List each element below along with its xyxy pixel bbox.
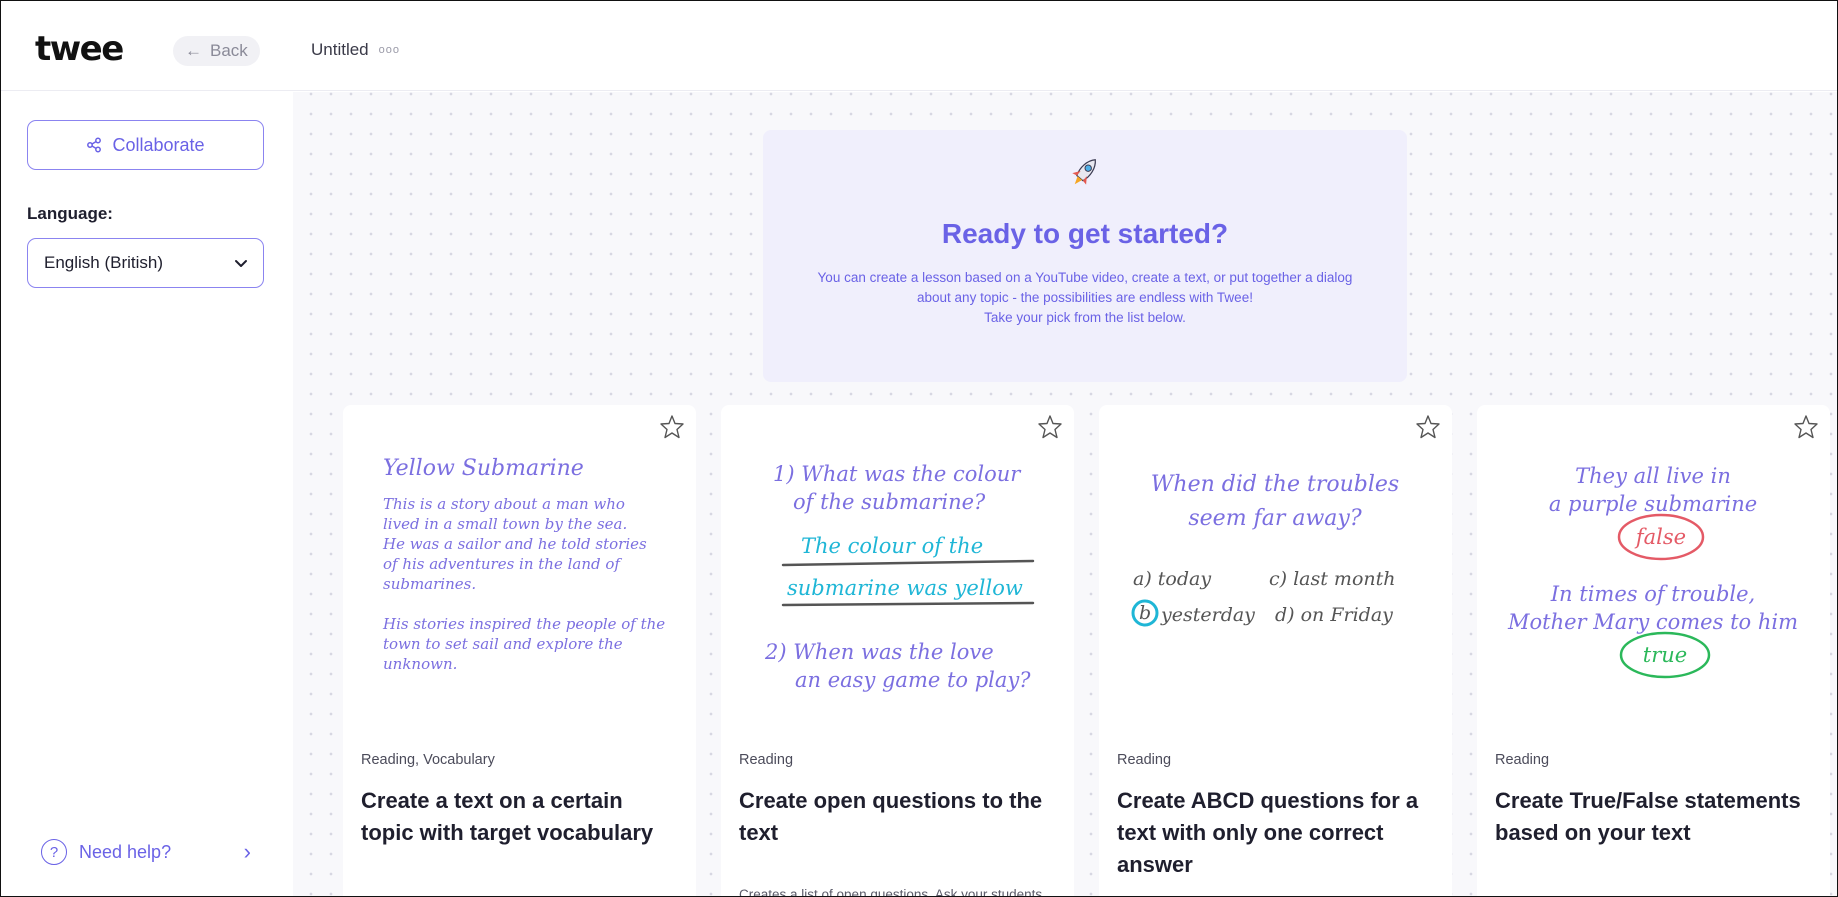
template-card-vocabulary-text[interactable]: Yellow Submarine This is a story about a… [343,405,696,896]
card-illustration: They all live in a purple submarine fals… [1507,464,1798,679]
collaborate-label: Collaborate [112,134,205,155]
card-title: Create a text on a certain topic with ta… [361,788,654,845]
art-question: of the submarine? [793,490,986,514]
back-button-label: Back [210,41,248,60]
card-illustration: 1) What was the colour of the submarine?… [764,462,1035,692]
card-tag: Reading, Vocabulary [361,752,495,768]
art-option: a) today [1133,568,1211,590]
template-card-true-false[interactable]: They all live in a purple submarine fals… [1477,405,1830,896]
arrow-left-icon: ← [185,41,202,60]
card-illustration: Yellow Submarine This is a story about a… [382,456,665,673]
card-description: Creates a list of open questions. Ask yo… [739,887,1043,897]
art-statement: They all live in [1575,464,1731,488]
hero-description: You can create a lesson based on a YouTu… [813,268,1357,328]
twee-logo[interactable]: twee [35,29,124,69]
card-title: Create open questions to the text [739,788,1043,845]
art-question: When did the troubles [1151,472,1399,497]
art-line: of his adventures in the land of [383,555,622,573]
art-line: He was a sailor and he told stories [382,535,647,553]
art-question: seem far away? [1188,506,1361,531]
card-illustration: When did the troubles seem far away? a) … [1131,472,1399,627]
art-line: unknown. [383,655,457,673]
app-window: twee ← Back Untitled ooo Collaborate Lan… [0,0,1838,897]
art-answer: The colour of the [801,534,983,558]
art-question: 2) When was the love [764,640,994,664]
art-line: This is a story about a man who [383,495,625,513]
card-title: Create True/False statements based on yo… [1495,788,1801,845]
art-line: submarines. [383,575,476,593]
art-question: 1) What was the colour [773,462,1022,486]
document-title[interactable]: Untitled [311,40,369,60]
hero-line-1: You can create a lesson based on a YouTu… [817,270,1353,305]
template-card-open-questions[interactable]: 1) What was the colour of the submarine?… [721,405,1074,897]
need-help-label: Need help? [79,841,172,862]
art-statement: a purple submarine [1549,492,1757,516]
card-tag: Reading [739,752,794,768]
need-help-link[interactable]: ? Need help? › [41,837,251,867]
share-nodes-icon [87,137,102,153]
star-icon[interactable] [1036,413,1064,441]
language-label: Language: [27,204,113,223]
back-button[interactable]: ← Back [173,36,260,66]
art-line: lived in a small town by the sea. [383,515,627,533]
art-option-letter: b [1139,602,1151,624]
document-title-area: Untitled ooo [311,40,400,60]
art-question: an easy game to play? [795,668,1031,692]
template-card-abcd-questions[interactable]: When did the troubles seem far away? a) … [1099,405,1452,896]
art-option: c) last month [1269,568,1396,590]
art-verdict-false: false [1634,525,1686,549]
star-icon[interactable] [1414,413,1442,441]
collaborate-button[interactable]: Collaborate [27,120,264,170]
getting-started-banner: Ready to get started? You can create a l… [763,130,1407,382]
language-value: English (British) [44,253,164,272]
template-canvas: Ready to get started? You can create a l… [293,92,1837,897]
question-mark-icon: ? [41,839,67,865]
art-line: His stories inspired the people of the [382,615,665,633]
top-bar: twee ← Back Untitled ooo [1,1,1837,91]
chevron-right-icon: › [243,839,251,864]
card-tag: Reading [1495,752,1550,768]
hero-title: Ready to get started? [941,218,1229,249]
art-heading: Yellow Submarine [383,456,584,481]
sidebar: Collaborate Language: English (British) … [1,92,293,896]
art-line: town to set sail and explore the [383,635,623,653]
chevron-down-icon [235,260,247,267]
art-statement: In times of trouble, [1550,582,1755,606]
card-tag: Reading [1117,752,1172,768]
art-statement: Mother Mary comes to him [1507,610,1798,634]
star-icon[interactable] [1792,413,1820,441]
card-title: Create ABCD questions for a text with on… [1117,788,1419,877]
star-icon[interactable] [658,413,686,441]
art-option: yesterday [1160,604,1255,626]
art-verdict-true: true [1643,643,1687,667]
art-option: d) on Friday [1275,604,1393,626]
language-select[interactable]: English (British) [27,238,264,288]
art-answer: submarine was yellow [787,576,1023,600]
hero-line-2: Take your pick from the list below. [984,310,1186,325]
rocket-icon [1072,159,1096,185]
more-options-icon[interactable]: ooo [379,44,400,56]
